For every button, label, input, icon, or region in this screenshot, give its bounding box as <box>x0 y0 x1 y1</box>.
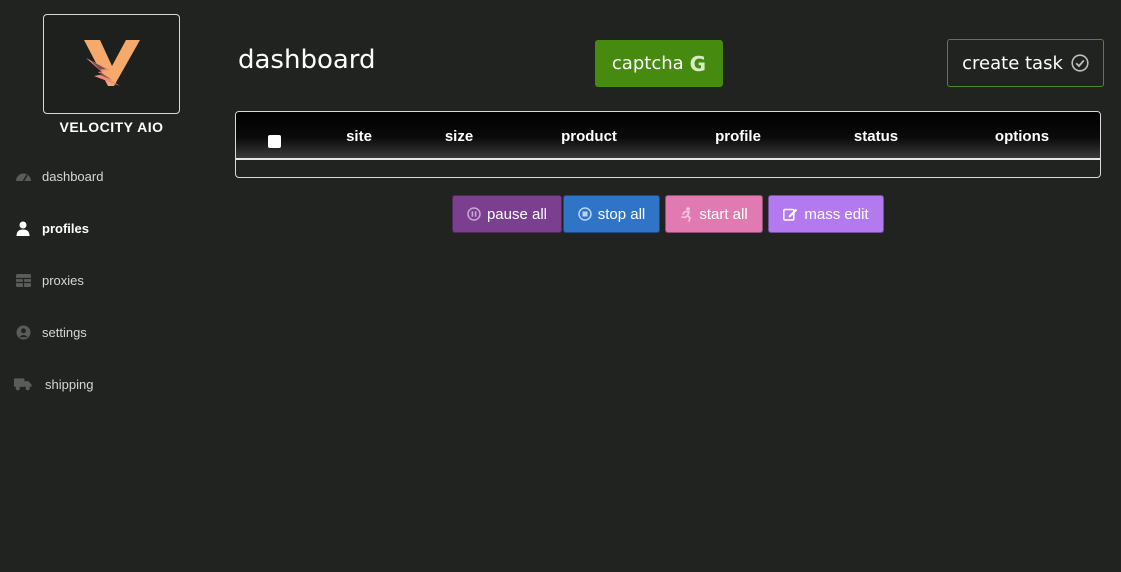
stop-all-button[interactable]: stop all <box>563 195 660 233</box>
check-circle-icon <box>1071 54 1089 72</box>
pause-all-label: pause all <box>486 205 548 223</box>
pause-icon <box>467 207 481 221</box>
sidebar-item-settings[interactable]: settings <box>14 320 87 344</box>
gauge-icon <box>14 167 32 185</box>
sidebar-item-shipping[interactable]: shipping <box>14 372 93 396</box>
column-header-options[interactable]: options <box>995 128 1049 145</box>
column-header-product[interactable]: product <box>561 128 617 145</box>
sidebar-item-label: settings <box>42 324 87 340</box>
captcha-button[interactable]: captcha G <box>595 40 723 87</box>
google-icon: G <box>689 51 707 76</box>
user-icon <box>14 219 32 237</box>
edit-icon <box>783 207 798 221</box>
column-header-site[interactable]: site <box>346 128 372 145</box>
stop-icon <box>577 207 592 221</box>
tasks-table: site size product profile status options <box>235 111 1101 178</box>
stop-all-label: stop all <box>597 205 646 223</box>
column-header-status[interactable]: status <box>854 128 898 145</box>
select-all-checkbox[interactable] <box>268 135 281 148</box>
start-all-label: start all <box>699 205 748 223</box>
brand-name: VELOCITY AIO <box>59 119 164 135</box>
create-task-label: create task <box>962 52 1063 74</box>
sidebar-item-label: proxies <box>42 272 84 288</box>
page-title: dashboard <box>238 45 376 75</box>
mass-edit-label: mass edit <box>804 205 869 223</box>
sidebar-item-label: dashboard <box>42 168 104 184</box>
running-icon <box>680 206 693 222</box>
user-circle-icon <box>14 323 32 341</box>
table-header: site size product profile status options <box>236 112 1100 160</box>
truck-icon <box>14 375 32 393</box>
sidebar-item-label: shipping <box>45 376 94 392</box>
captcha-label: captcha <box>611 53 684 74</box>
sidebar-item-proxies[interactable]: proxies <box>14 268 84 292</box>
logo <box>43 14 180 114</box>
column-header-size[interactable]: size <box>445 128 473 145</box>
velocity-logo-icon <box>83 40 140 86</box>
mass-edit-button[interactable]: mass edit <box>768 195 884 233</box>
grid-icon <box>14 271 32 289</box>
pause-all-button[interactable]: pause all <box>452 195 562 233</box>
sidebar-item-dashboard[interactable]: dashboard <box>14 164 103 188</box>
column-header-profile[interactable]: profile <box>715 128 761 145</box>
create-task-button[interactable]: create task <box>947 39 1104 87</box>
sidebar: VELOCITY AIO dashboard profiles proxies <box>0 0 215 572</box>
start-all-button[interactable]: start all <box>665 195 763 233</box>
sidebar-item-label: profiles <box>42 220 89 236</box>
app-window: VELOCITY AIO dashboard profiles proxies <box>0 0 1121 572</box>
sidebar-item-profiles[interactable]: profiles <box>14 216 89 240</box>
